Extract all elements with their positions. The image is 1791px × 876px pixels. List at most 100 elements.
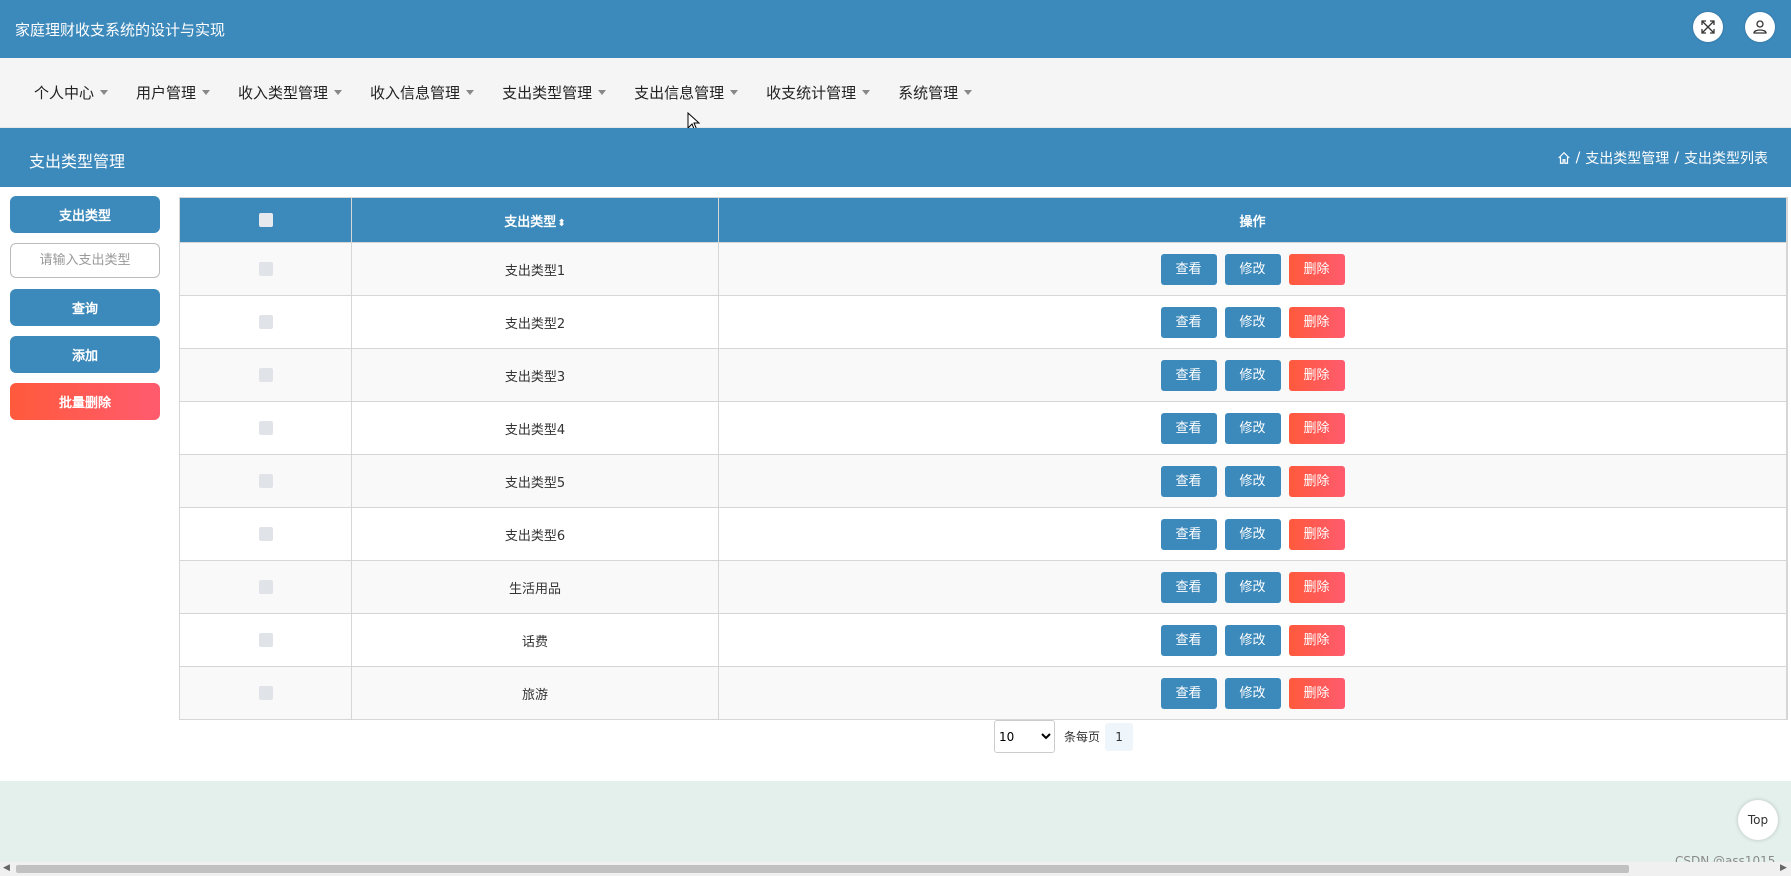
edit-button[interactable]: 修改 [1224, 412, 1281, 444]
row-checkbox[interactable] [258, 474, 273, 488]
nav-item-income-info-management[interactable]: 收入信息管理 [370, 82, 475, 103]
delete-button[interactable]: 删除 [1288, 465, 1345, 497]
fullscreen-icon [1701, 20, 1715, 34]
row-select-cell [180, 613, 352, 667]
view-button[interactable]: 查看 [1160, 518, 1217, 550]
user-button[interactable] [1745, 12, 1775, 42]
expense-type-cell: 旅游 [351, 666, 719, 719]
header-actions: 操作 [718, 198, 1787, 243]
nav-label: 个人中心 [34, 84, 95, 102]
actions-cell: 查看 修改 删除 [718, 560, 1787, 614]
view-button[interactable]: 查看 [1160, 465, 1217, 497]
row-select-cell [180, 295, 352, 349]
row-checkbox[interactable] [258, 686, 273, 700]
delete-button[interactable]: 删除 [1288, 359, 1345, 391]
row-select-cell [180, 666, 352, 719]
expense-type-search-input[interactable] [10, 243, 160, 278]
delete-button[interactable]: 删除 [1288, 412, 1345, 444]
delete-button[interactable]: 删除 [1288, 624, 1345, 656]
nav-item-statistics-management[interactable]: 收支统计管理 [766, 82, 871, 103]
edit-button[interactable]: 修改 [1224, 677, 1281, 709]
delete-button[interactable]: 删除 [1288, 253, 1345, 285]
expense-type-table: 支出类型⬍ 操作 支出类型1 查看 修改 删除 支出类型2 查看 修改 删除 支出类型3… [179, 197, 1788, 720]
batch-delete-button[interactable]: 批量删除 [10, 383, 160, 420]
query-button[interactable]: 查询 [10, 289, 160, 326]
row-checkbox[interactable] [258, 262, 273, 276]
row-checkbox[interactable] [258, 527, 273, 541]
expense-type-cell: 支出类型3 [351, 348, 719, 402]
search-sidebar: 支出类型 查询 添加 批量删除 [10, 196, 160, 430]
nav-label: 系统管理 [898, 84, 959, 102]
view-button[interactable]: 查看 [1160, 571, 1217, 603]
row-checkbox[interactable] [258, 633, 273, 647]
nav-item-system-management[interactable]: 系统管理 [898, 82, 973, 103]
nav-item-expense-info-management[interactable]: 支出信息管理 [634, 82, 739, 103]
delete-button[interactable]: 删除 [1288, 306, 1345, 338]
header-select-cell [180, 198, 352, 243]
pagination: 10 条每页 1 [994, 720, 1134, 753]
breadcrumb-item-expense-type-list: 支出类型列表 [1684, 151, 1768, 167]
edit-button[interactable]: 修改 [1224, 571, 1281, 603]
view-button[interactable]: 查看 [1160, 677, 1217, 709]
horizontal-scrollbar[interactable]: ◀ ▶ [0, 862, 1791, 876]
scrollbar-thumb[interactable] [16, 865, 1629, 873]
edit-button[interactable]: 修改 [1224, 359, 1281, 391]
scroll-right-icon[interactable]: ▶ [1780, 863, 1787, 873]
fullscreen-button[interactable] [1693, 12, 1723, 42]
nav-label: 支出类型管理 [502, 84, 593, 102]
view-button[interactable]: 查看 [1160, 306, 1217, 338]
delete-button[interactable]: 删除 [1288, 571, 1345, 603]
home-icon[interactable] [1557, 151, 1571, 165]
caret-down-icon [202, 90, 211, 95]
delete-button[interactable]: 删除 [1288, 677, 1345, 709]
table-header-row: 支出类型⬍ 操作 [180, 198, 1787, 243]
view-button[interactable]: 查看 [1160, 359, 1217, 391]
table-row: 话费 查看 修改 删除 [180, 613, 1787, 667]
edit-button[interactable]: 修改 [1224, 306, 1281, 338]
view-button[interactable]: 查看 [1160, 624, 1217, 656]
expense-type-label-button[interactable]: 支出类型 [10, 196, 160, 233]
edit-button[interactable]: 修改 [1224, 518, 1281, 550]
add-button[interactable]: 添加 [10, 336, 160, 373]
caret-down-icon [334, 90, 343, 95]
edit-button[interactable]: 修改 [1224, 253, 1281, 285]
view-button[interactable]: 查看 [1160, 253, 1217, 285]
caret-down-icon [466, 90, 475, 95]
row-checkbox[interactable] [258, 421, 273, 435]
sort-icon[interactable]: ⬍ [557, 218, 565, 229]
row-select-cell [180, 242, 352, 296]
caret-down-icon [964, 90, 973, 95]
nav-label: 收支统计管理 [766, 84, 857, 102]
row-checkbox[interactable] [258, 580, 273, 594]
edit-button[interactable]: 修改 [1224, 624, 1281, 656]
actions-cell: 查看 修改 删除 [718, 666, 1787, 719]
breadcrumb-item-expense-type-management[interactable]: 支出类型管理 [1585, 148, 1669, 168]
view-button[interactable]: 查看 [1160, 412, 1217, 444]
nav-label: 支出信息管理 [634, 84, 725, 102]
nav-item-income-type-management[interactable]: 收入类型管理 [238, 82, 343, 103]
delete-button[interactable]: 删除 [1288, 518, 1345, 550]
header-expense-type[interactable]: 支出类型⬍ [351, 198, 719, 243]
nav-item-user-management[interactable]: 用户管理 [136, 82, 211, 103]
nav-item-expense-type-management[interactable]: 支出类型管理 [502, 82, 607, 103]
actions-cell: 查看 修改 删除 [718, 613, 1787, 667]
row-checkbox[interactable] [258, 368, 273, 382]
actions-cell: 查看 修改 删除 [718, 348, 1787, 402]
expense-type-cell: 话费 [351, 613, 719, 667]
select-all-checkbox[interactable] [258, 213, 273, 227]
back-to-top-button[interactable]: Top [1738, 800, 1778, 840]
row-select-cell [180, 560, 352, 614]
nav-label: 收入信息管理 [370, 84, 461, 102]
page-number-button[interactable]: 1 [1105, 722, 1134, 751]
actions-cell: 查看 修改 删除 [718, 507, 1787, 561]
scroll-left-icon[interactable]: ◀ [3, 863, 10, 873]
page-size-select[interactable]: 10 [994, 720, 1055, 753]
actions-cell: 查看 修改 删除 [718, 454, 1787, 508]
row-checkbox[interactable] [258, 315, 273, 329]
footer-area [0, 781, 1791, 864]
nav-item-personal-center[interactable]: 个人中心 [34, 82, 109, 103]
edit-button[interactable]: 修改 [1224, 465, 1281, 497]
actions-cell: 查看 修改 删除 [718, 295, 1787, 349]
table-row: 旅游 查看 修改 删除 [180, 666, 1787, 719]
row-select-cell [180, 348, 352, 402]
